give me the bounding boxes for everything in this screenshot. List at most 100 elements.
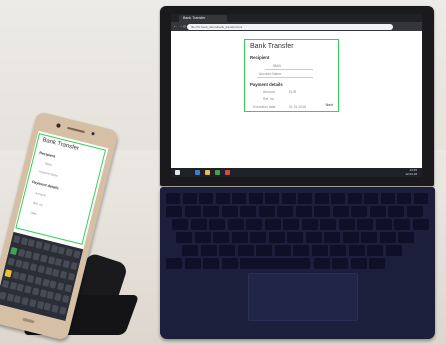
- phone-keyboard-key[interactable]: [16, 283, 25, 292]
- phone-keyboard-key[interactable]: [1, 279, 10, 289]
- phone-keyboard-key[interactable]: [36, 300, 44, 309]
- keyboard-key[interactable]: [348, 245, 365, 256]
- phone-keyboard-key[interactable]: [47, 255, 56, 264]
- phone-keyboard-key[interactable]: [65, 248, 73, 257]
- phone-keyboard-key[interactable]: [12, 270, 20, 279]
- phone-keyboard-key[interactable]: [64, 283, 72, 292]
- keyboard-key[interactable]: [221, 206, 238, 217]
- phone-keyboard-key[interactable]: [31, 287, 40, 296]
- keyboard-key[interactable]: [320, 219, 336, 230]
- keyboard-key[interactable]: [413, 193, 428, 204]
- phone-keyboard-key[interactable]: [54, 292, 62, 302]
- keyboard-key[interactable]: [219, 245, 235, 256]
- keyboard-key[interactable]: [314, 193, 329, 204]
- keyboard-key[interactable]: [347, 193, 362, 204]
- phone-iban-field[interactable]: IBAN: [44, 161, 52, 167]
- keyboard-key[interactable]: [265, 193, 279, 204]
- phone-keyboard-key[interactable]: [24, 285, 32, 294]
- keyboard-key[interactable]: [232, 193, 246, 204]
- reload-icon[interactable]: ⟳: [183, 23, 186, 30]
- keyboard-key[interactable]: [313, 258, 330, 269]
- keyboard-key[interactable]: [250, 232, 266, 243]
- phone-keyboard-key[interactable]: [28, 298, 37, 307]
- phone-keyboard-key[interactable]: [42, 242, 51, 251]
- keyboard-key[interactable]: [293, 245, 309, 256]
- keyboard-key[interactable]: [283, 219, 299, 230]
- phone-keyboard-key[interactable]: [46, 291, 55, 300]
- keyboard-key[interactable]: [240, 258, 310, 269]
- app-icon[interactable]: [225, 170, 230, 175]
- phone-keyboard-key[interactable]: [54, 257, 63, 266]
- phone-keyboard-key[interactable]: [12, 235, 21, 244]
- phone-keyboard-key[interactable]: [29, 263, 38, 272]
- phone-keyboard-key[interactable]: [72, 250, 81, 259]
- keyboard-key[interactable]: [397, 193, 411, 204]
- phone-keyboard-key[interactable]: [22, 261, 30, 270]
- phone-keyboard-key[interactable]: [17, 248, 26, 257]
- keyboard-key[interactable]: [332, 206, 349, 217]
- next-button[interactable]: Next: [326, 103, 333, 107]
- keyboard-key[interactable]: [166, 206, 182, 217]
- phone-keyboard-key[interactable]: [58, 305, 67, 315]
- keyboard-key[interactable]: [287, 232, 303, 243]
- keyboard-key[interactable]: [367, 245, 383, 256]
- phone-keyboard-key[interactable]: [41, 278, 50, 287]
- phone-keyboard-key[interactable]: [43, 302, 52, 311]
- keyboard-key[interactable]: [200, 245, 217, 256]
- keyboard-key[interactable]: [268, 232, 285, 243]
- keyboard-key[interactable]: [209, 219, 225, 230]
- phone-keyboard-key[interactable]: [67, 272, 75, 281]
- keyboard-key[interactable]: [331, 193, 345, 204]
- touchpad[interactable]: [248, 273, 358, 321]
- keyboard-key[interactable]: [375, 219, 392, 230]
- phone-keyboard-key[interactable]: [59, 270, 68, 279]
- phone-keyboard-key[interactable]: [44, 266, 53, 276]
- phone-keyboard-key[interactable]: [0, 291, 7, 300]
- keyboard-key[interactable]: [182, 245, 198, 256]
- url-input[interactable]: file:///C:/web_demo/bank_transfer.html: [187, 23, 393, 30]
- keyboard-key[interactable]: [295, 206, 312, 217]
- phone-keyboard-key[interactable]: [32, 251, 41, 261]
- keyboard-key[interactable]: [182, 193, 197, 204]
- phone-keyboard-key[interactable]: [25, 250, 33, 259]
- browser-tab[interactable]: Bank Transfer: [179, 15, 227, 22]
- keyboard-key[interactable]: [394, 219, 410, 230]
- keyboard-key[interactable]: [277, 206, 293, 217]
- keyboard-key[interactable]: [350, 258, 367, 269]
- phone-keyboard-key[interactable]: [21, 296, 29, 305]
- date-field[interactable]: Execution date: [253, 105, 275, 109]
- phone-keyboard-key[interactable]: [39, 289, 47, 298]
- keyboard-key[interactable]: [246, 219, 262, 230]
- keyboard-key[interactable]: [351, 206, 367, 217]
- keyboard-key[interactable]: [398, 232, 414, 243]
- keyboard-key[interactable]: [330, 245, 346, 256]
- phone-keyboard-key[interactable]: [27, 238, 36, 248]
- phone-keyboard-key[interactable]: [51, 304, 59, 313]
- phone-keyboard-key[interactable]: [9, 281, 17, 290]
- keyboard-key[interactable]: [364, 193, 378, 204]
- keyboard-key[interactable]: [258, 206, 275, 217]
- phone-keyboard-key[interactable]: [34, 276, 43, 285]
- keyboard-key[interactable]: [190, 219, 207, 230]
- keyboard-key[interactable]: [194, 232, 211, 243]
- keyboard-key[interactable]: [338, 219, 355, 230]
- phone-ref-field[interactable]: Ref. no.: [33, 201, 44, 207]
- phone-amount-field[interactable]: Amount: [35, 191, 46, 197]
- phone-keyboard-key[interactable]: [4, 268, 13, 277]
- keyboard-key[interactable]: [379, 232, 396, 243]
- phone-keyboard-key[interactable]: [27, 274, 35, 283]
- tray-clock[interactable]: 13:45 12.04.18: [405, 168, 417, 176]
- phone-keyboard-key[interactable]: [19, 272, 28, 281]
- keyboard-key[interactable]: [388, 206, 404, 217]
- phone-keyboard-key[interactable]: [50, 244, 58, 253]
- ref-field[interactable]: Ref. no.: [263, 97, 275, 101]
- keyboard-key[interactable]: [240, 206, 256, 217]
- explorer-icon[interactable]: [195, 170, 200, 175]
- phone-keyboard-key[interactable]: [7, 257, 15, 266]
- account-name-field[interactable]: Account Name: [259, 72, 281, 76]
- phone-keyboard-key[interactable]: [69, 261, 78, 270]
- windows-start-icon[interactable]: [175, 170, 180, 175]
- chrome-icon[interactable]: [215, 170, 220, 175]
- keyboard-key[interactable]: [215, 193, 230, 204]
- keyboard-key[interactable]: [221, 258, 238, 269]
